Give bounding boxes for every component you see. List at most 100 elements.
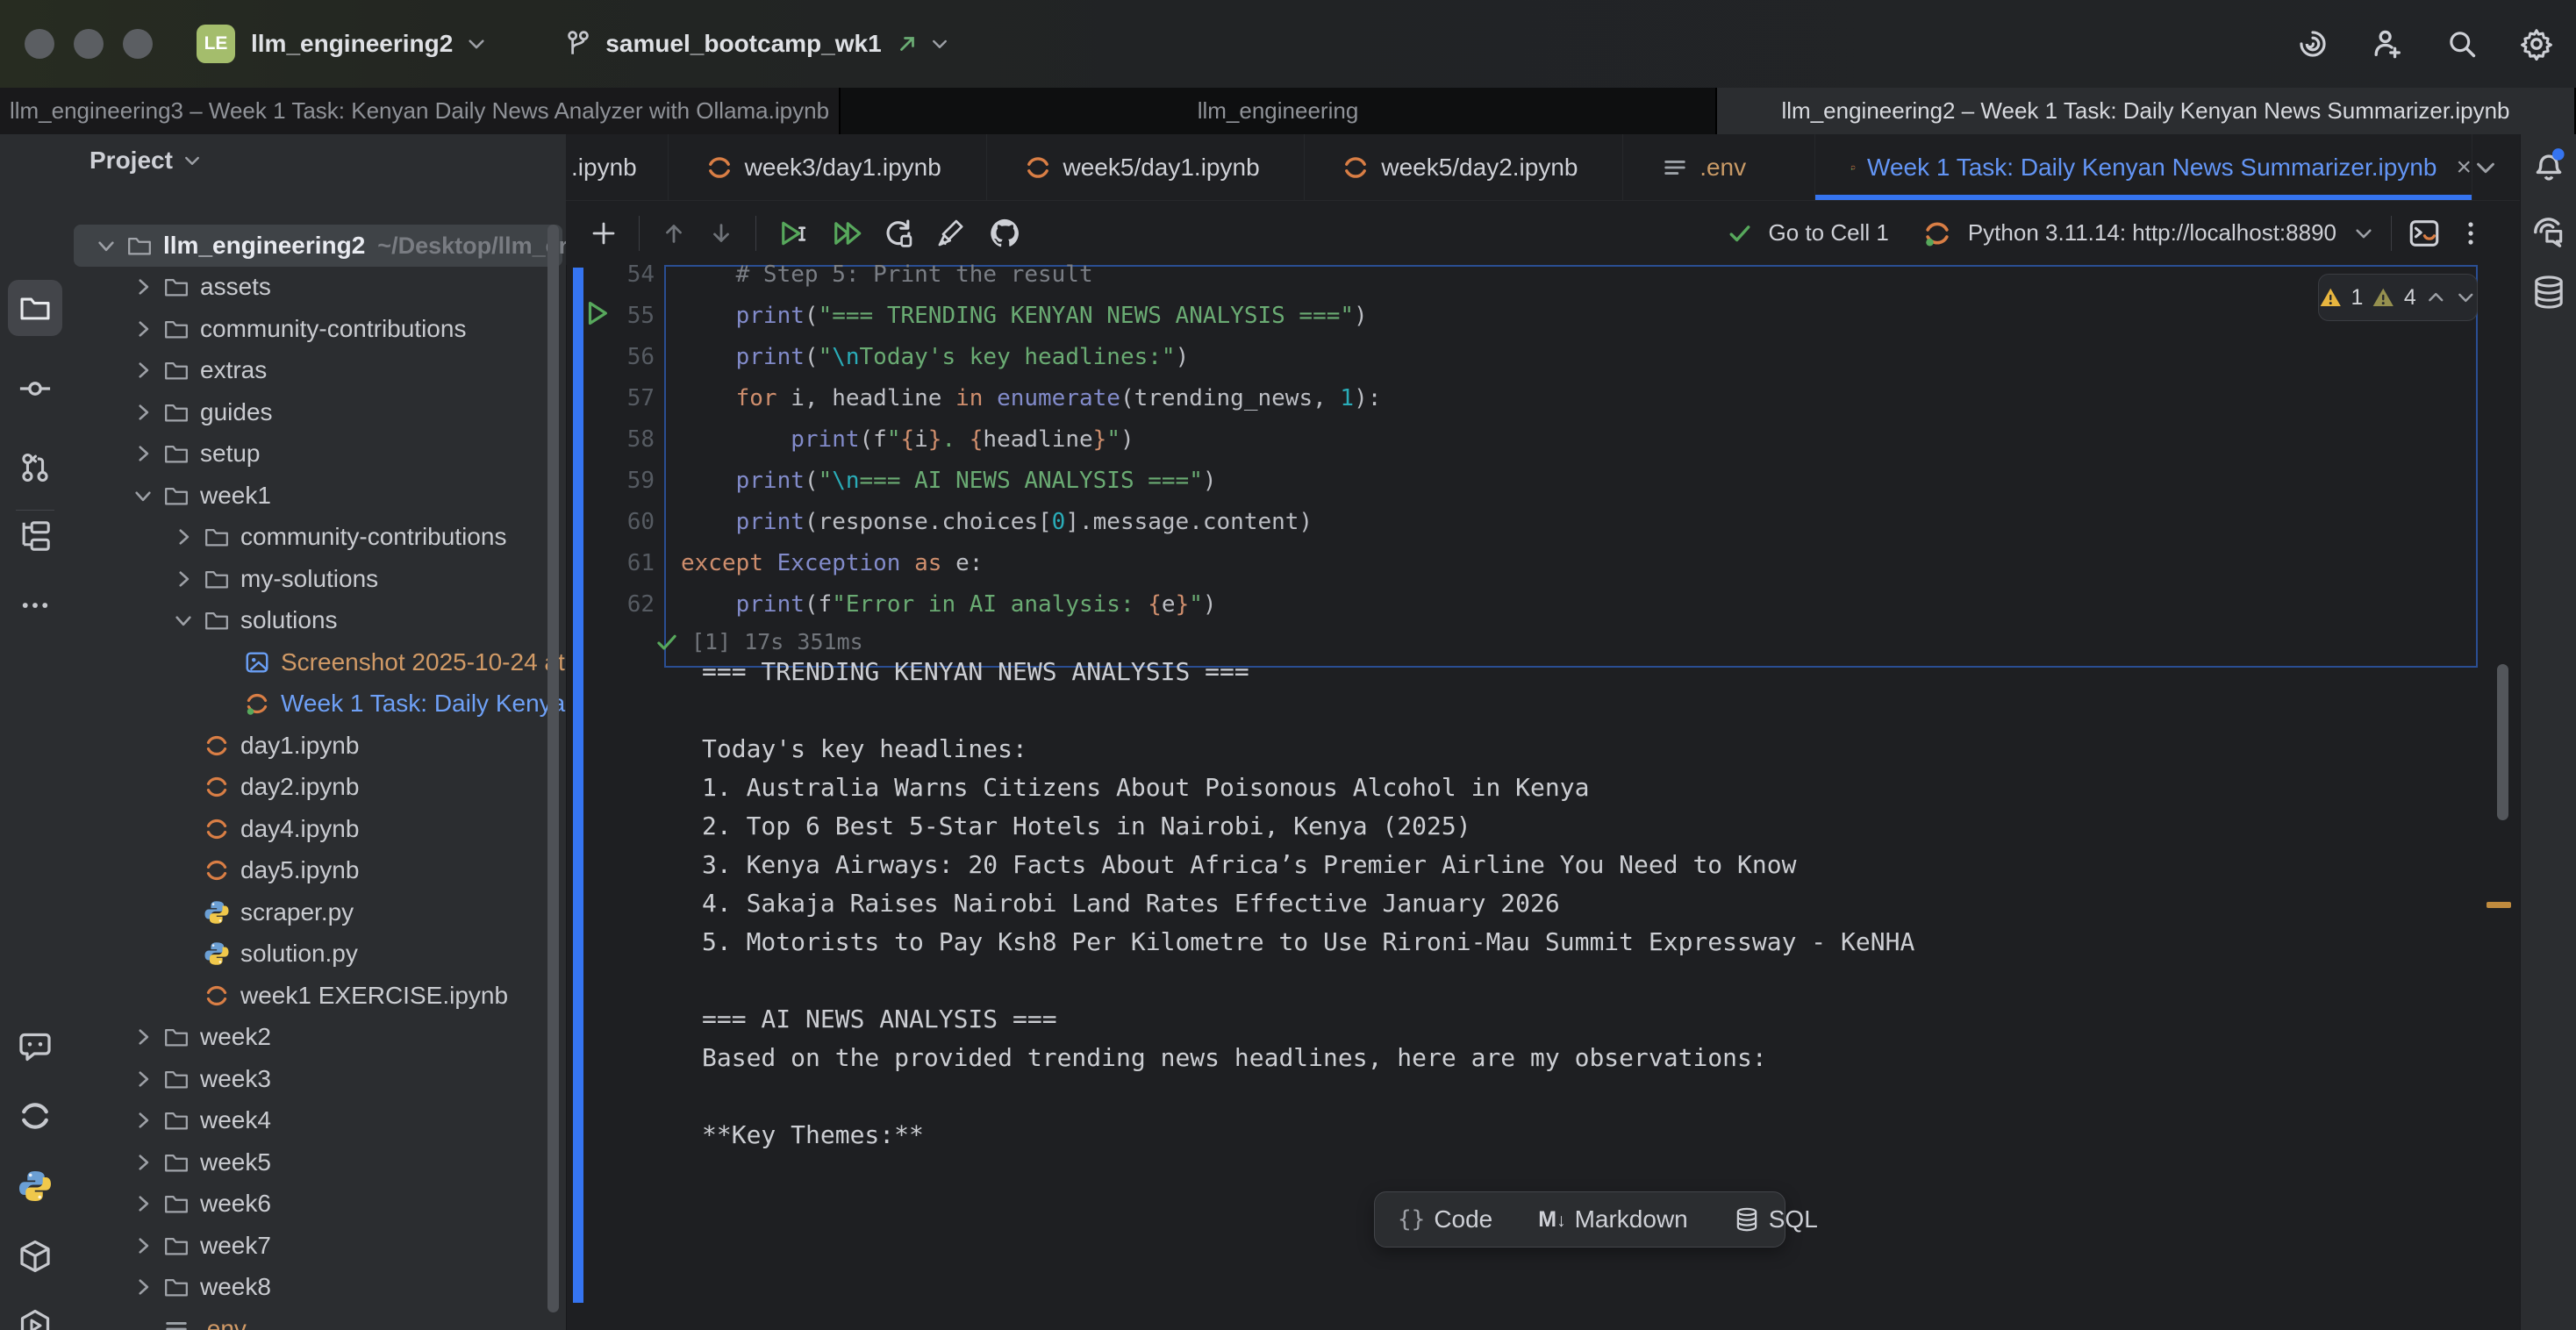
tree-row[interactable]: scraper.py xyxy=(70,891,566,933)
minimize-window-icon[interactable] xyxy=(74,29,104,59)
python-tool-icon[interactable] xyxy=(18,1169,53,1204)
push-arrow-icon[interactable] xyxy=(896,32,919,55)
add-cell-icon[interactable] xyxy=(590,219,618,247)
branch-widget[interactable]: samuel_bootcamp_wk1 xyxy=(605,30,881,58)
tree-row[interactable]: week5 xyxy=(70,1141,566,1183)
tab-list-chevron-icon[interactable] xyxy=(2472,154,2499,181)
chevron-right-icon[interactable] xyxy=(132,1234,154,1257)
chevron-right-icon[interactable] xyxy=(132,1192,154,1215)
tree-row[interactable]: week8 xyxy=(70,1267,566,1309)
window-tab[interactable]: llm_engineering3 – Week 1 Task: Kenyan D… xyxy=(0,88,841,134)
inspections-widget[interactable]: 1 4 xyxy=(2318,274,2478,321)
chevron-right-icon[interactable] xyxy=(132,1109,154,1132)
settings-gear-icon[interactable] xyxy=(2520,27,2553,61)
tree-row[interactable]: week6 xyxy=(70,1183,566,1226)
chevron-right-icon[interactable] xyxy=(132,401,154,424)
run-line-icon[interactable] xyxy=(583,298,612,328)
zoom-window-icon[interactable] xyxy=(123,29,153,59)
chevron-right-icon[interactable] xyxy=(132,318,154,340)
chevron-down-icon[interactable] xyxy=(929,33,950,54)
close-tab-icon[interactable]: × xyxy=(2456,153,2472,182)
chevron-right-icon[interactable] xyxy=(172,526,195,548)
more-tool-windows-icon[interactable] xyxy=(19,590,51,621)
jupyter-tool-icon[interactable] xyxy=(18,1098,53,1133)
tree-row[interactable]: setup xyxy=(70,433,566,476)
tree-row[interactable]: community-contributions xyxy=(70,308,566,350)
pull-requests-tool-icon[interactable] xyxy=(18,451,52,484)
code-cell-button[interactable]: {} Code xyxy=(1375,1192,1515,1247)
chevron-right-icon[interactable] xyxy=(132,359,154,382)
code-line[interactable]: print(f"Error in AI analysis: {e}") xyxy=(681,584,1381,626)
database-tool-icon[interactable] xyxy=(2530,274,2567,311)
tree-row[interactable]: day4.ipynb xyxy=(70,808,566,850)
restart-kernel-icon[interactable] xyxy=(883,218,914,249)
editor-tab[interactable]: week3/day1.ipynb xyxy=(669,134,987,200)
window-tab-active[interactable]: llm_engineering2 – Week 1 Task: Daily Ke… xyxy=(1717,88,2576,134)
chevron-right-icon[interactable] xyxy=(172,568,195,590)
code-line[interactable]: print("\nToday's key headlines:") xyxy=(681,337,1381,378)
project-scrollbar-thumb[interactable] xyxy=(547,225,559,1312)
kebab-menu-icon[interactable] xyxy=(2457,219,2485,247)
chevron-right-icon[interactable] xyxy=(132,1026,154,1048)
code-line[interactable]: for i, headline in enumerate(trending_ne… xyxy=(681,378,1381,419)
move-cell-up-icon[interactable] xyxy=(661,220,687,247)
editor-tab-partial[interactable]: .ipynb xyxy=(566,134,669,200)
github-icon[interactable] xyxy=(988,217,1021,250)
run-cell-select-below-icon[interactable] xyxy=(777,218,809,249)
jupyter-console-icon[interactable] xyxy=(2408,217,2441,250)
tree-row[interactable]: solution.py xyxy=(70,933,566,976)
code-line[interactable]: print("=== TRENDING KENYAN NEWS ANALYSIS… xyxy=(681,296,1381,337)
kernel-selector[interactable]: Python 3.11.14: http://localhost:8890 xyxy=(1968,219,2336,247)
tree-row[interactable]: extras xyxy=(70,350,566,392)
clear-outputs-icon[interactable] xyxy=(935,218,967,249)
chevron-down-icon[interactable] xyxy=(132,484,154,507)
move-cell-down-icon[interactable] xyxy=(708,220,734,247)
project-widget[interactable]: llm_engineering2 xyxy=(251,30,453,58)
goto-cell-button[interactable]: Go to Cell 1 xyxy=(1769,219,1889,247)
chevron-right-icon[interactable] xyxy=(132,1151,154,1174)
structure-tool-icon[interactable] xyxy=(18,519,52,553)
tree-row[interactable]: Screenshot 2025-10-24 at xyxy=(70,641,566,683)
tree-row[interactable]: assets xyxy=(70,267,566,309)
code-line[interactable]: print("\n=== AI NEWS ANALYSIS ===") xyxy=(681,461,1381,502)
chevron-right-icon[interactable] xyxy=(132,1276,154,1298)
next-problem-icon[interactable] xyxy=(2455,286,2477,309)
window-tab[interactable]: llm_engineering xyxy=(841,88,1717,134)
sql-cell-button[interactable]: SQL xyxy=(1711,1192,1841,1247)
markdown-cell-button[interactable]: M↓ Markdown xyxy=(1515,1192,1711,1247)
chevron-down-icon[interactable] xyxy=(2352,222,2375,245)
warning-stripe-mark[interactable] xyxy=(2487,902,2511,908)
chevron-down-icon[interactable] xyxy=(465,32,488,55)
chevron-right-icon[interactable] xyxy=(132,1068,154,1090)
ai-chat-tool-icon[interactable] xyxy=(18,1029,53,1064)
tree-row[interactable]: day2.ipynb xyxy=(70,767,566,809)
project-badge[interactable]: LE xyxy=(197,25,235,63)
tree-row[interactable]: my-solutions xyxy=(70,558,566,600)
tree-row[interactable]: week4 xyxy=(70,1100,566,1142)
chevron-down-icon[interactable] xyxy=(95,234,118,257)
code-with-me-icon[interactable] xyxy=(2371,27,2404,61)
tree-row[interactable]: .env xyxy=(70,1308,566,1330)
tree-row[interactable]: week3 xyxy=(70,1058,566,1100)
run-all-cells-icon[interactable] xyxy=(830,218,862,249)
tree-row[interactable]: week2 xyxy=(70,1017,566,1059)
tree-row[interactable]: day5.ipynb xyxy=(70,850,566,892)
editor-tab[interactable]: week5/day1.ipynb xyxy=(987,134,1306,200)
tree-row[interactable]: day1.ipynb xyxy=(70,725,566,767)
project-tool-icon[interactable] xyxy=(18,291,52,325)
code-line[interactable]: except Exception as e: xyxy=(681,543,1381,584)
code-line[interactable]: print(f"{i}. {headline}") xyxy=(681,419,1381,461)
tree-row[interactable]: guides xyxy=(70,391,566,433)
tree-row[interactable]: week7 xyxy=(70,1225,566,1267)
ai-assistant-icon[interactable] xyxy=(2297,28,2329,60)
chevron-down-icon[interactable] xyxy=(172,609,195,632)
tree-row[interactable]: week1 xyxy=(70,475,566,517)
notifications-bell-icon[interactable] xyxy=(2530,147,2567,183)
search-icon[interactable] xyxy=(2446,28,2478,60)
code-lines[interactable]: # Step 5: Print the result print("=== TR… xyxy=(681,254,1381,626)
tree-row[interactable]: solutions xyxy=(70,600,566,642)
ai-chat-icon[interactable] xyxy=(2530,212,2567,249)
prev-problem-icon[interactable] xyxy=(2425,286,2447,309)
cell-output[interactable]: === TRENDING KENYAN NEWS ANALYSIS === To… xyxy=(702,653,1914,1155)
close-window-icon[interactable] xyxy=(25,29,54,59)
